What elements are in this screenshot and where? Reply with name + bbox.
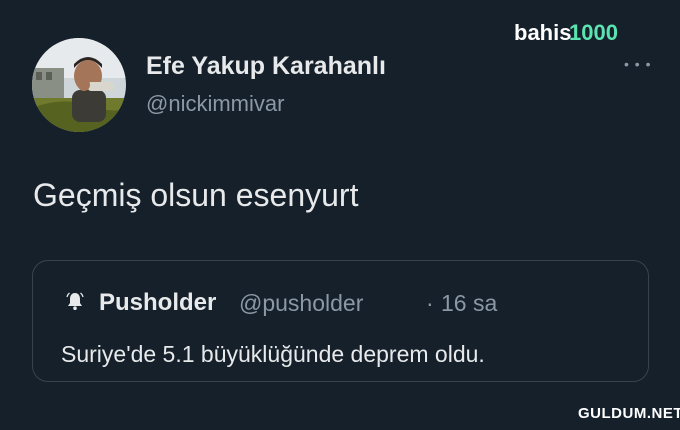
quoted-tweet-text: Suriye'de 5.1 büyüklüğünde deprem oldu. [61,341,485,367]
svg-text:1000: 1000 [569,20,618,45]
author-avatar[interactable] [32,38,126,132]
quoted-timestamp[interactable]: 16 sa [441,290,497,317]
quoted-author-name[interactable]: Pusholder [99,289,216,317]
svg-text:bahis: bahis [514,20,571,45]
site-watermark: GULDUM.NET [578,405,680,422]
bahis1000-logo: bahis 1000 [514,18,632,48]
ellipsis-icon[interactable]: • • • [624,56,651,72]
separator-dot: · [426,290,434,316]
quoted-tweet-card[interactable]: Pusholder @pusholder · 16 sa Suriye'de 5… [32,260,649,382]
tweet-text: Geçmiş olsun esenyurt [33,177,359,213]
bell-icon[interactable] [63,289,87,313]
avatar-photo [32,38,126,132]
quoted-author-handle[interactable]: @pusholder [239,290,363,317]
author-name[interactable]: Efe Yakup Karahanlı [146,52,386,81]
author-handle[interactable]: @nickimmivar [146,91,284,117]
